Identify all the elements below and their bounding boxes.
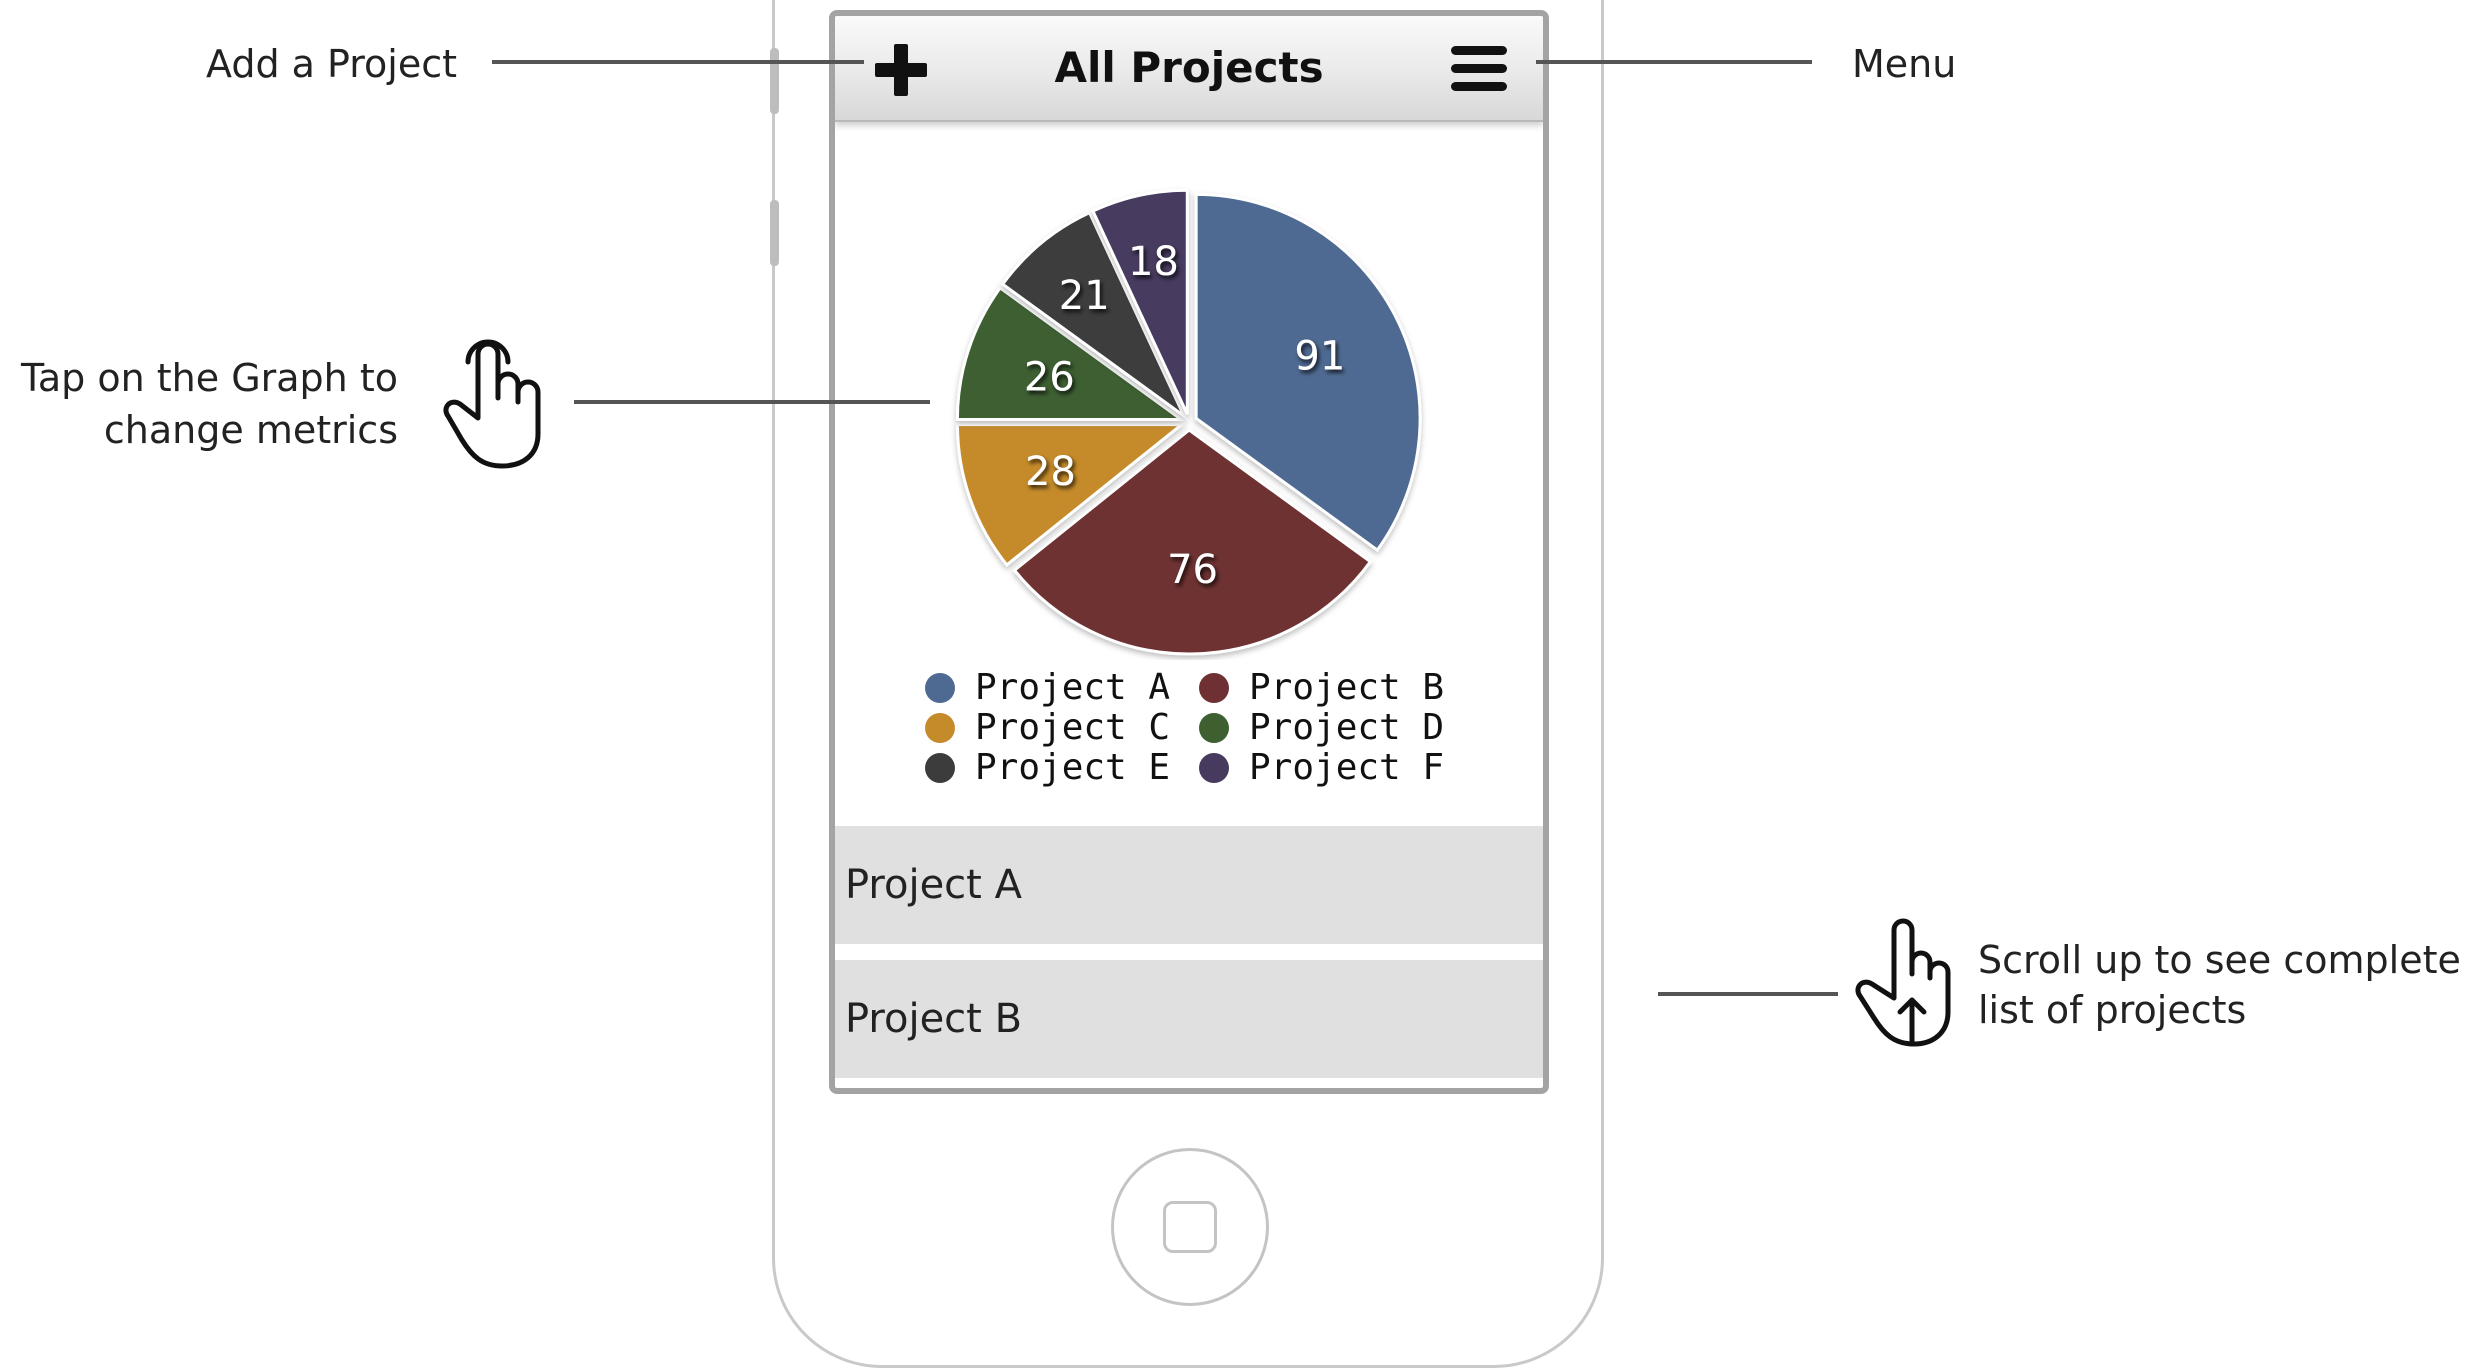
tap-graph-annotation-line2: change metrics — [103, 408, 398, 452]
pie-value-label-project-e: 21 — [1059, 273, 1110, 319]
menu-hamburger-icon[interactable] — [1451, 46, 1507, 92]
legend-label: Project D — [1249, 707, 1445, 748]
scroll-hand-icon — [1855, 918, 1951, 1047]
legend-swatch — [925, 673, 955, 703]
pie-value-label-project-c: 28 — [1025, 449, 1076, 495]
volume-button-down — [770, 200, 779, 266]
scroll-leader-line — [1658, 992, 1838, 996]
menu-leader-line — [1536, 60, 1812, 64]
tap-hand-icon — [443, 339, 541, 469]
home-button-square-icon — [1163, 1201, 1217, 1253]
legend-label: Project A — [975, 667, 1171, 708]
nav-bar: All Projects — [835, 16, 1543, 122]
scroll-annotation-line1: Scroll up to see complete — [1978, 938, 2461, 982]
legend-swatch — [1199, 713, 1229, 743]
pie-value-label-project-a: 91 — [1294, 333, 1345, 379]
legend-swatch — [925, 753, 955, 783]
project-list-item-a[interactable]: Project A — [835, 826, 1543, 944]
app-screen: All Projects 91 76 28 26 21 18 Project A Proje… — [829, 10, 1549, 1094]
pie-value-label-project-d: 26 — [1024, 355, 1075, 401]
legend-label: Project C — [975, 707, 1171, 748]
pie-value-label-project-f: 18 — [1128, 239, 1179, 285]
legend-label: Project E — [975, 747, 1171, 788]
pie-value-label-project-b: 76 — [1167, 547, 1218, 593]
project-list-item-b[interactable]: Project B — [835, 960, 1543, 1078]
legend-label: Project B — [1249, 667, 1445, 708]
legend-swatch — [1199, 673, 1229, 703]
tap-graph-annotation-line1: Tap on the Graph to — [20, 356, 398, 400]
tap-graph-leader-line — [574, 400, 930, 404]
project-pie-chart[interactable]: 91 76 28 26 21 18 — [835, 120, 1543, 660]
menu-annotation: Menu — [1852, 42, 1957, 86]
legend-swatch — [925, 713, 955, 743]
legend-swatch — [1199, 753, 1229, 783]
legend-label: Project F — [1249, 747, 1445, 788]
scroll-annotation-line2: list of projects — [1978, 988, 2247, 1032]
add-project-annotation: Add a Project — [206, 42, 458, 86]
add-project-leader-line — [492, 60, 864, 64]
add-project-plus-icon[interactable] — [875, 44, 927, 96]
volume-button-up — [770, 48, 779, 114]
page-title: All Projects — [1054, 43, 1324, 92]
